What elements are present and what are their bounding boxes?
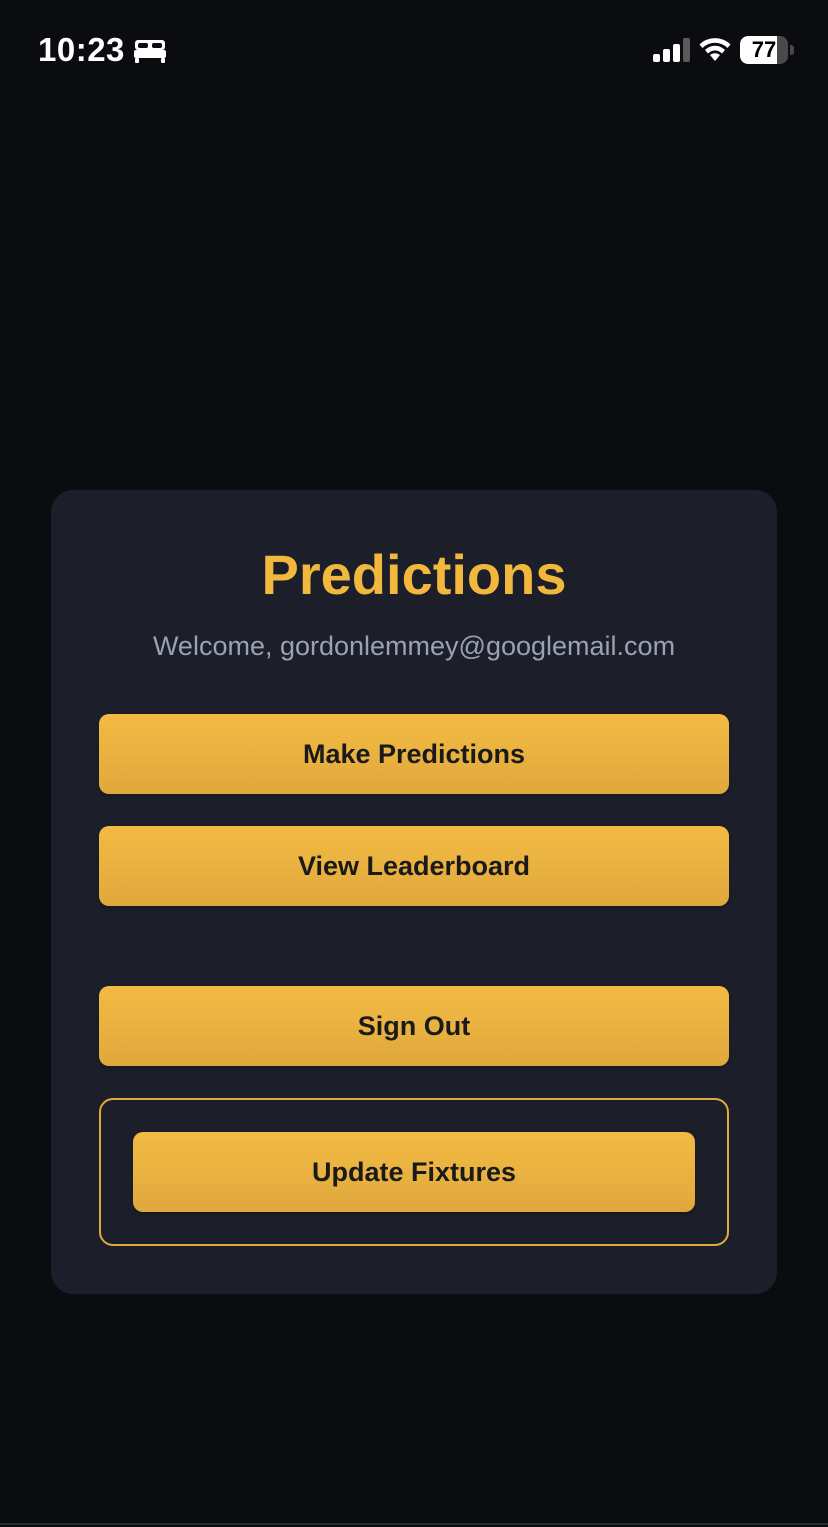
bed-icon xyxy=(134,40,166,63)
battery-body: 77 xyxy=(740,36,788,64)
wifi-icon xyxy=(699,38,731,61)
sign-out-button[interactable]: Sign Out xyxy=(99,986,729,1066)
make-predictions-button[interactable]: Make Predictions xyxy=(99,714,729,794)
cellular-signal-icon xyxy=(653,38,690,62)
page-title: Predictions xyxy=(261,543,567,606)
status-bar: 10:23 77 xyxy=(0,0,828,100)
battery-icon: 77 xyxy=(740,36,794,64)
update-fixtures-button[interactable]: Update Fixtures xyxy=(133,1132,695,1212)
battery-cap xyxy=(790,45,794,55)
status-time: 10:23 xyxy=(38,31,125,68)
bottom-divider xyxy=(0,1523,828,1525)
welcome-message: Welcome, gordonlemmey@googlemail.com xyxy=(152,631,676,661)
battery-percent: 77 xyxy=(751,37,777,62)
app-screen: 10:23 77 Predictions Welcome, gordonlemm… xyxy=(0,0,828,1527)
view-leaderboard-button[interactable]: View Leaderboard xyxy=(99,826,729,906)
